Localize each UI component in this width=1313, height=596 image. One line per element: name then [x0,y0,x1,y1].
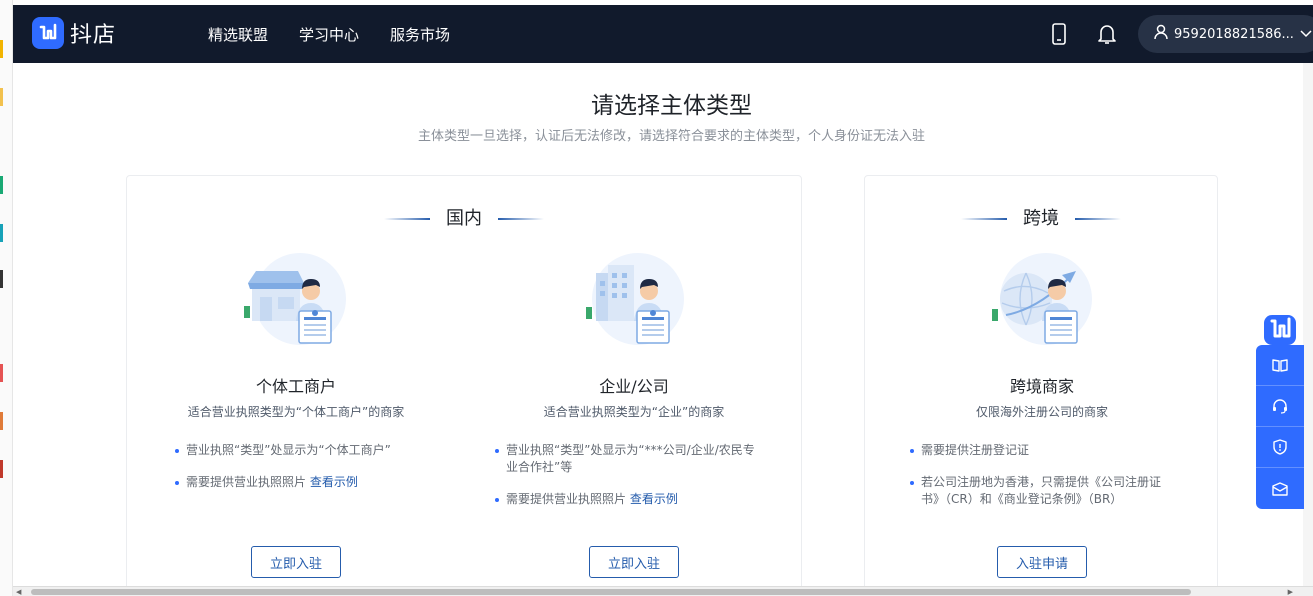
view-example-link[interactable]: 查看示例 [310,475,358,489]
requirement-item: 需要提供营业执照照片 查看示例 [495,491,765,508]
requirement-item: 若公司注册地为香港，只需提供《公司注册证书》（CR）和《商业登记条例》（BR） [910,474,1175,508]
user-account-label: 9592018821586... [1174,26,1294,42]
option-title: 个体工商户 [255,377,336,396]
page-title: 请选择主体类型 [591,93,752,119]
option-company: 企业/公司 适合营业执照类型为“企业”的商家 营业执照“类型”处显示为“***公… [465,176,803,596]
user-menu[interactable]: 9592018821586... [1138,15,1313,53]
mail-icon[interactable] [1256,468,1304,509]
horizontal-scrollbar[interactable]: ◀ ▶ [13,586,1313,596]
scroll-right-arrow[interactable]: ▶ [1288,588,1293,596]
requirement-text: 营业执照“类型”处显示为“***公司/企业/农民专业合作社”等 [506,443,755,474]
page-subtitle: 主体类型一旦选择，认证后无法修改，请选择符合要求的主体类型，个人身份证无法入驻 [417,129,925,144]
headset-icon[interactable] [1256,386,1304,427]
crossborder-card: 跨境 跨境商家 仅限海外注册公司的商家 需要提供注册登记证 若公司注册地为香港，… [864,175,1218,596]
option-title: 企业/公司 [599,377,669,396]
option-individual: 个体工商户 适合营业执照类型为“个体工商户”的商家 营业执照“类型”处显示为“个… [127,176,465,596]
requirement-item: 需要提供注册登记证 [910,442,1175,459]
book-icon[interactable] [1256,345,1304,386]
chevron-down-icon [1300,27,1312,42]
join-now-button-individual[interactable]: 立即入驻 [251,546,341,578]
floating-toolbar [1256,345,1304,509]
requirement-item: 需要提供营业执照照片 查看示例 [175,474,445,491]
brand-name: 抖店 [70,23,117,48]
nav-item-learning[interactable]: 学习中心 [299,24,359,45]
requirement-text: 需要提供营业执照照片 [186,475,307,489]
brand-logo[interactable]: 抖店 [32,17,116,49]
main-nav: 精选联盟 学习中心 服务市场 [208,24,481,45]
requirement-text: 需要提供注册登记证 [921,443,1030,457]
option-description: 适合营业执照类型为“个体工商户”的商家 [187,405,405,419]
requirement-item: 营业执照“类型”处显示为“***公司/企业/农民专业合作社”等 [495,442,765,476]
apply-button-crossborder[interactable]: 入驻申请 [997,546,1087,578]
join-now-button-company[interactable]: 立即入驻 [589,546,679,578]
bell-icon[interactable] [1096,22,1118,46]
top-navbar: 抖店 精选联盟 学习中心 服务市场 9592018821586... [13,5,1313,63]
nav-item-service-market[interactable]: 服务市场 [390,24,450,45]
storefront-illustration [236,251,356,351]
requirement-text: 若公司注册地为香港，只需提供《公司注册证书》（CR）和《商业登记条例》（BR） [921,475,1162,506]
floating-logo-icon[interactable] [1262,313,1298,347]
domestic-card: 国内 个体工商户 适合营业执照类型为“个体工商户”的商家 营业执照“类型”处显示… [126,175,802,596]
option-crossborder: 跨境商家 仅限海外注册公司的商家 需要提供注册登记证 若公司注册地为香港，只需提… [873,176,1211,596]
view-example-link[interactable]: 查看示例 [630,492,678,506]
requirement-list: 需要提供注册登记证 若公司注册地为香港，只需提供《公司注册证书》（CR）和《商业… [910,442,1175,523]
scrollbar-thumb[interactable] [31,589,1191,595]
phone-icon[interactable] [1048,22,1070,46]
option-title: 跨境商家 [1009,377,1074,396]
logo-icon [32,17,64,49]
scroll-left-arrow[interactable]: ◀ [16,588,21,596]
user-icon [1154,24,1168,44]
requirement-list: 营业执照“类型”处显示为“***公司/企业/农民专业合作社”等 需要提供营业执照… [495,442,765,523]
requirement-text: 需要提供营业执照照片 [506,492,627,506]
requirement-text: 营业执照“类型”处显示为“个体工商户” [186,443,391,457]
requirement-list: 营业执照“类型”处显示为“个体工商户” 需要提供营业执照照片 查看示例 [175,442,445,506]
nav-item-alliance[interactable]: 精选联盟 [208,24,268,45]
option-description: 适合营业执照类型为“企业”的商家 [543,405,725,419]
shield-icon[interactable] [1256,427,1304,468]
office-building-illustration [574,251,694,351]
option-description: 仅限海外注册公司的商家 [975,405,1108,419]
globe-plane-illustration [982,251,1102,351]
requirement-item: 营业执照“类型”处显示为“个体工商户” [175,442,445,459]
